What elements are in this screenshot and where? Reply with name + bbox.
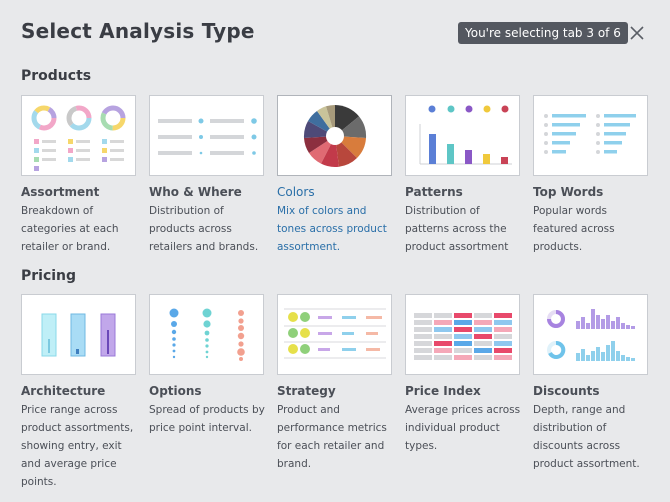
card-description: Average prices across individual product… xyxy=(405,404,521,452)
card-title: Top Words xyxy=(533,185,604,199)
card-thumbnail xyxy=(277,294,392,375)
tab-status-badge: You're selecting tab 3 of 6 xyxy=(458,22,628,44)
analysis-card-price-index[interactable]: Price Index Average prices across indivi… xyxy=(405,294,520,455)
card-title: Colors xyxy=(277,185,315,199)
card-description: Product and performance metrics for each… xyxy=(277,404,387,470)
card-thumbnail xyxy=(533,294,648,375)
dot-spread-icon xyxy=(169,308,245,361)
card-description: Distribution of patterns across the prod… xyxy=(405,205,509,253)
dialog-title: Select Analysis Type xyxy=(21,19,255,43)
card-description: Breakdown of categories at each retailer… xyxy=(21,205,119,253)
word-list-icon xyxy=(544,114,636,154)
bar-chart-icon xyxy=(419,105,512,165)
distribution-lines-icon xyxy=(158,118,257,155)
card-title: Strategy xyxy=(277,384,336,398)
analysis-card-patterns[interactable]: Patterns Distribution of patterns across… xyxy=(405,95,520,256)
analysis-card-discounts[interactable]: Discounts Depth, range and distribution … xyxy=(533,294,648,473)
card-title: Architecture xyxy=(21,384,106,398)
card-title: Who & Where xyxy=(149,185,242,199)
card-thumbnail xyxy=(405,95,520,176)
analysis-card-colors[interactable]: Colors Mix of colors and tones across pr… xyxy=(277,95,392,256)
section-title-pricing: Pricing xyxy=(21,268,77,284)
card-thumbnail xyxy=(21,294,136,375)
card-thumbnail xyxy=(405,294,520,375)
analysis-card-assortment[interactable]: Assortment Breakdown of categories at ea… xyxy=(21,95,136,256)
color-wheel-icon xyxy=(303,104,367,167)
strategy-table-icon xyxy=(284,308,386,359)
card-title: Patterns xyxy=(405,185,463,199)
card-description: Distribution of products across retailer… xyxy=(149,205,259,253)
section-title-products: Products xyxy=(21,68,92,84)
card-title: Price Index xyxy=(405,384,481,398)
card-description: Price range across product assortments, … xyxy=(21,404,134,488)
price-index-table-icon xyxy=(414,313,512,360)
close-button[interactable] xyxy=(628,24,646,42)
donut-charts-icon xyxy=(31,105,126,171)
card-description: Spread of products by price point interv… xyxy=(149,404,265,434)
card-title: Discounts xyxy=(533,384,600,398)
card-thumbnail xyxy=(21,95,136,176)
analysis-card-architecture[interactable]: Architecture Price range across product … xyxy=(21,294,136,491)
card-title: Options xyxy=(149,384,202,398)
analysis-card-options[interactable]: Options Spread of products by price poin… xyxy=(149,294,265,437)
card-thumbnail xyxy=(149,294,264,375)
analysis-card-who-where[interactable]: Who & Where Distribution of products acr… xyxy=(149,95,264,256)
card-description: Depth, range and distribution of discoun… xyxy=(533,404,640,470)
card-thumbnail xyxy=(149,95,264,176)
card-thumbnail xyxy=(277,95,392,176)
card-title: Assortment xyxy=(21,185,100,199)
analysis-card-strategy[interactable]: Strategy Product and performance metrics… xyxy=(277,294,392,473)
card-description: Mix of colors and tones across product a… xyxy=(277,205,387,253)
card-thumbnail xyxy=(533,95,648,176)
card-description: Popular words featured across products. xyxy=(533,205,615,253)
close-icon xyxy=(630,26,644,40)
analysis-card-top-words[interactable]: Top Words Popular words featured across … xyxy=(533,95,648,256)
price-range-bars-icon xyxy=(41,313,116,357)
discount-histogram-icon xyxy=(547,309,635,361)
